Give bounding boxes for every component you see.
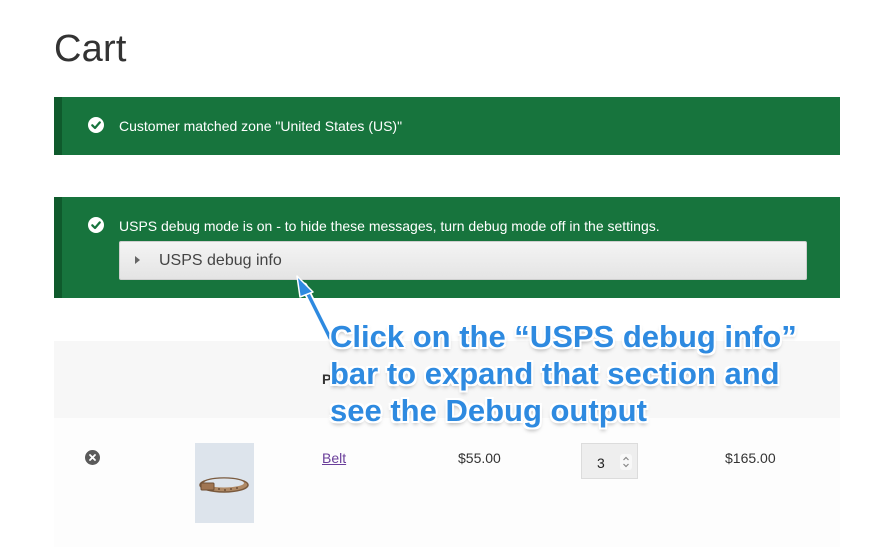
product-subtotal: $165.00: [725, 450, 776, 466]
remove-circle-icon[interactable]: [85, 450, 100, 465]
debug-notice: USPS debug mode is on - to hide these me…: [54, 197, 840, 298]
product-price: $55.00: [458, 450, 501, 466]
debug-toggle-label: USPS debug info: [159, 252, 282, 269]
header-fragment: P: [322, 371, 332, 387]
quantity-value: 3: [597, 455, 605, 471]
table-row: Belt $55.00 3 $165.00: [54, 418, 840, 547]
product-link[interactable]: Belt: [322, 450, 346, 466]
usps-debug-info-toggle[interactable]: USPS debug info: [119, 241, 807, 280]
product-thumbnail[interactable]: [195, 443, 254, 523]
zone-notice: Customer matched zone "United States (US…: [54, 97, 840, 155]
quantity-stepper[interactable]: 3: [581, 443, 638, 479]
triangle-right-icon: [135, 256, 140, 264]
page-title: Cart: [54, 28, 127, 70]
check-circle-icon: [88, 217, 104, 233]
notice-message: Customer matched zone "United States (US…: [119, 118, 403, 134]
cart-page: Cart Customer matched zone "United State…: [0, 0, 870, 547]
cart-table-header: P s: [54, 341, 840, 418]
check-circle-icon: [88, 117, 104, 133]
header-fragment: s: [731, 371, 739, 387]
notice-message: USPS debug mode is on - to hide these me…: [119, 218, 660, 234]
spinner-arrows-icon[interactable]: [620, 454, 632, 470]
